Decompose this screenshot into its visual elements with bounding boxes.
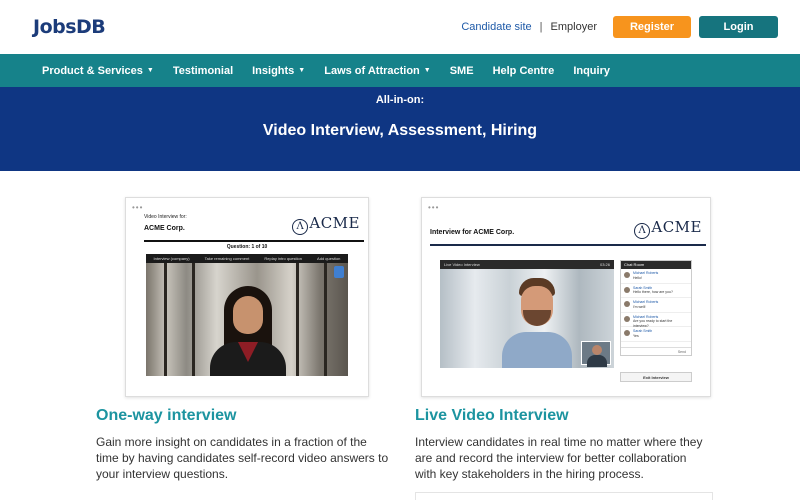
video-toolbar-item: Take remaining comment — [204, 256, 250, 261]
hero-title: Video Interview, Assessment, Hiring — [262, 122, 538, 139]
caret-down-icon: ▼ — [146, 67, 154, 74]
avatar — [624, 301, 630, 307]
chat-message: Sarah Smith Hello there, how are you? — [621, 284, 691, 298]
video-label: Live Video Interview — [444, 262, 480, 267]
header-separator: | — [539, 21, 543, 33]
avatar — [624, 330, 630, 336]
hero-kicker: All-in-on: — [375, 94, 425, 106]
shot-header: Video Interview for: ACME Corp. Ʌ ACME — [144, 214, 364, 242]
window-pane — [164, 263, 167, 376]
avatar — [624, 286, 630, 293]
recorded-video: Interview (company) Take remaining comme… — [146, 254, 348, 376]
video-toolbar-item: Add question — [317, 256, 341, 261]
stop-recording-icon — [334, 266, 344, 278]
shot-title: Interview for ACME Corp. — [430, 229, 515, 236]
chat-message: Michael Roberts I'm well! — [621, 298, 691, 313]
exit-interview-button: Exit Interview — [620, 372, 692, 382]
question-counter: Question: 1 of 10 — [226, 244, 268, 250]
register-button[interactable]: Register — [613, 16, 691, 38]
acme-logo: Ʌ ACME — [292, 214, 360, 235]
chat-message: Sarah Smith Yes — [621, 327, 691, 342]
employer-label[interactable]: Employer — [551, 21, 597, 33]
avatar — [624, 315, 630, 322]
feature-description: Interview candidates in real time no mat… — [415, 435, 703, 481]
chat-title: Chat Room — [621, 261, 691, 269]
feature-live-video: Live Video Interview Interview candidate… — [415, 407, 715, 482]
video-toolbar-item: Replay intro question — [264, 256, 302, 261]
feature-title[interactable]: One-way interview — [96, 407, 396, 425]
feature-description: Gain more insight on candidates in a fra… — [96, 435, 389, 481]
nav-item-product-services[interactable]: Product & Services ▼ — [42, 65, 154, 77]
nav-label: Testimonial — [172, 64, 234, 77]
nav-label: Help Centre — [492, 64, 555, 77]
chat-message: Michael Roberts Are you ready to start th… — [621, 313, 691, 328]
candidate-image — [208, 286, 288, 376]
live-video-interview-screenshot: ••• Interview for ACME Corp. Ʌ ACME Live … — [421, 197, 711, 397]
video-toolbar-item: Interview (company) — [153, 256, 190, 261]
video-timer: 03:26 — [599, 262, 610, 267]
window-pane — [324, 263, 327, 376]
main-nav: Product & Services ▼ Testimonial Insights… — [0, 54, 800, 87]
feature-title[interactable]: Live Video Interview — [415, 407, 715, 425]
interviewer-image — [502, 278, 572, 368]
one-way-interview-screenshot: ••• Video Interview for: ACME Corp. Ʌ ACM… — [125, 197, 369, 397]
window-dots: ••• — [428, 203, 440, 212]
caret-down-icon: ▼ — [298, 67, 306, 74]
window-dots: ••• — [132, 203, 144, 212]
acme-logo: Ʌ ACME — [634, 218, 702, 239]
nav-label: SME — [449, 64, 474, 77]
video-bar: Live Video Interview 03:26 — [440, 260, 614, 269]
candidate-site-link[interactable]: Candidate site — [461, 21, 531, 33]
window-pane — [296, 263, 299, 376]
avatar — [624, 272, 630, 278]
nav-label: Inquiry — [573, 64, 610, 77]
chat-send: Send — [621, 347, 691, 355]
caret-down-icon: ▼ — [423, 67, 431, 74]
jobsdb-logo[interactable]: JobsDB — [33, 16, 106, 38]
nav-item-sme[interactable]: SME — [450, 65, 474, 77]
nav-label: Product & Services — [42, 64, 143, 77]
feature-one-way: One-way interview Gain more insight on c… — [96, 407, 396, 482]
window-pane — [192, 263, 195, 376]
chat-room: Chat Room Michael Roberts Hello! Sarah Sm… — [620, 260, 692, 356]
login-button[interactable]: Login — [699, 16, 778, 38]
shot-header: Interview for ACME Corp. Ʌ ACME — [430, 216, 706, 246]
header-actions: Candidate site | Employer Register Login — [461, 16, 778, 38]
nav-label: Insights — [252, 64, 295, 77]
acme-mark-icon: Ʌ — [292, 219, 309, 235]
features-section: ••• Video Interview for: ACME Corp. Ʌ ACM… — [0, 171, 800, 500]
live-video: Live Video Interview 03:26 — [440, 260, 614, 368]
nav-item-testimonial[interactable]: Testimonial — [173, 65, 233, 77]
next-card-edge — [415, 492, 713, 500]
nav-item-help-centre[interactable]: Help Centre — [493, 65, 555, 77]
nav-item-laws-of-attraction[interactable]: Laws of Attraction ▼ — [324, 65, 430, 77]
nav-label: Laws of Attraction — [324, 64, 420, 77]
acme-mark-icon: Ʌ — [634, 223, 651, 239]
top-header: JobsDB Candidate site | Employer Registe… — [0, 0, 800, 54]
hero-banner: All-in-on: Video Interview, Assessment, … — [0, 87, 800, 171]
nav-item-insights[interactable]: Insights ▼ — [252, 65, 305, 77]
self-view-thumbnail — [581, 341, 611, 367]
nav-item-inquiry[interactable]: Inquiry — [573, 65, 610, 77]
chat-message: Michael Roberts Hello! — [621, 269, 691, 284]
video-toolbar: Interview (company) Take remaining comme… — [146, 254, 348, 263]
shot-company: ACME Corp. — [144, 225, 185, 232]
